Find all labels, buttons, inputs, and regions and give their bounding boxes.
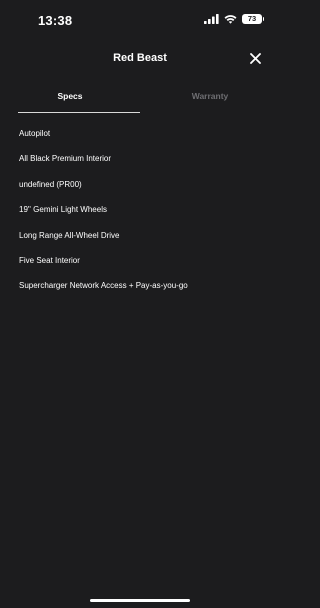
tab-warranty[interactable]: Warranty: [140, 88, 280, 114]
tab-bar: Specs Warranty: [0, 88, 280, 114]
status-time: 13:38: [38, 13, 73, 28]
battery-level: 73: [247, 14, 257, 23]
active-tab-indicator: [18, 112, 140, 113]
close-icon: [249, 52, 261, 64]
spec-item-undefined: undefined (PR00): [19, 179, 82, 189]
page-title: Red Beast: [113, 52, 167, 64]
spec-item-interior: All Black Premium Interior: [19, 154, 112, 164]
status-icons: 73: [204, 14, 264, 24]
battery-icon: 73: [242, 14, 264, 24]
wifi-icon: [224, 15, 237, 24]
spec-item-seats: Five Seat Interior: [19, 255, 80, 265]
tab-warranty-label: Warranty: [191, 91, 229, 101]
spec-item-wheels: 19'' Gemini Light Wheels: [19, 205, 107, 215]
spec-item-supercharger: Supercharger Network Access + Pay-as-you…: [19, 281, 188, 291]
tab-specs-label: Specs: [57, 91, 83, 101]
spec-item-autopilot: Autopilot: [19, 129, 51, 138]
home-indicator[interactable]: [90, 599, 190, 602]
spec-item-drive: Long Range All-Wheel Drive: [19, 230, 120, 240]
spec-list: Autopilot All Black Premium Interior und…: [19, 128, 269, 306]
tab-specs[interactable]: Specs: [0, 88, 140, 114]
status-bar: 13:38 73: [0, 0, 280, 40]
vehicle-specs-screen: 13:38 73 Red Beast Specs Warranty Autopi…: [0, 0, 280, 608]
signal-icon: [204, 14, 219, 24]
close-button[interactable]: [246, 49, 264, 67]
header: Red Beast: [0, 46, 280, 72]
